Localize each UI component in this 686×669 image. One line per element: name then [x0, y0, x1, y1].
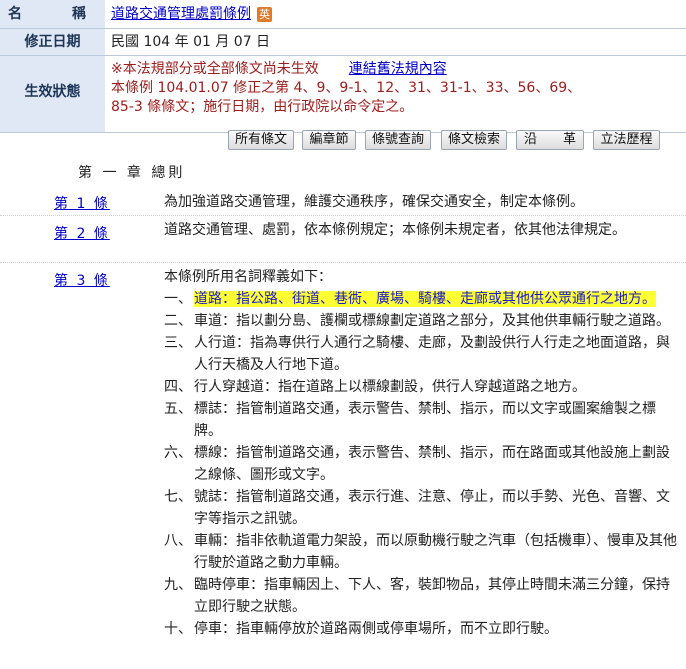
function-toolbar: 所有條文 編章節 條號查詢 條文檢索 沿 革 立法歷程	[0, 130, 686, 152]
all-articles-button[interactable]: 所有條文	[228, 130, 294, 150]
name-label: 名 稱	[0, 0, 105, 29]
definition-text: 人行道：指為專供行人通行之騎樓、走廊，及劃設供行人行走之地面道路，與人行天橋及人…	[194, 335, 670, 373]
effect-detail-line1: 本條例 104.01.07 修正之第 4、9、9-1、12、31、31-1、33…	[111, 80, 582, 96]
article-2-body: 道路交通管理、處罰，依本條例規定；本條例未規定者，依其他法律規定。	[164, 222, 626, 238]
definition-text: 標誌：指管制道路交通，表示警告、禁制、指示，而以文字或圖案繪製之標牌。	[194, 401, 656, 439]
definition-number: 五、	[164, 401, 192, 417]
article-2-text: 道路交通管理、處罰，依本條例規定；本條例未規定者，依其他法律規定。	[164, 219, 678, 241]
definition-text: 號誌：指管制道路交通，表示行進、注意、停止，而以手勢、光色、音響、文字等指示之訊…	[194, 489, 670, 527]
definition-text: 車道：指以劃分島、護欄或標線劃定道路之部分，及其他供車輛行駛之道路。	[194, 313, 670, 329]
effect-detail-line2: 85-3 條條文；施行日期，由行政院以命令定之。	[111, 99, 414, 115]
definition-number: 七、	[164, 489, 192, 505]
amend-date-value: 民國 104 年 01 月 07 日	[105, 28, 686, 56]
law-title-link[interactable]: 道路交通管理處罰條例	[111, 6, 251, 22]
definition-number: 三、	[164, 335, 192, 351]
legislative-history-button[interactable]: 立法歷程	[593, 130, 660, 150]
definition-item: 八、 車輛：指非依軌道電力架設，而以原動機行駛之汽車（包括機車）、慢車及其他行駛於…	[164, 530, 678, 574]
effect-status-value: ※本法規部分或全部條文尚未生效 連結舊法規內容 本條例 104.01.07 修正之…	[105, 55, 686, 133]
chapter-button[interactable]: 編章節	[302, 130, 356, 150]
definition-item: 二、 車道：指以劃分島、護欄或標線劃定道路之部分，及其他供車輛行駛之道路。	[164, 310, 678, 332]
article-1-body: 為加強道路交通管理，維護交通秩序，確保交通安全，制定本條例。	[164, 194, 584, 210]
definition-item: 九、 臨時停車：指車輛因上、下人、客，裝卸物品，其停止時間未滿三分鐘，保持立即行駛…	[164, 574, 678, 618]
old-law-link[interactable]: 連結舊法規內容	[349, 61, 447, 77]
definition-text: 行人穿越道：指在道路上以標線劃設，供行人穿越道路之地方。	[194, 379, 586, 395]
definition-item: 五、 標誌：指管制道路交通，表示警告、禁制、指示，而以文字或圖案繪製之標牌。	[164, 398, 678, 442]
definition-item: 六、 標線：指管制道路交通，表示警告、禁制、指示，而在路面或其他設施上劃設之線條、…	[164, 442, 678, 486]
definition-text: 標線：指管制道路交通，表示警告、禁制、指示，而在路面或其他設施上劃設之線條、圖形…	[194, 445, 670, 483]
definition-text: 停車：指車輛停放於道路兩側或停車場所，而不立即行駛。	[194, 621, 558, 637]
article-divider	[0, 215, 686, 216]
definition-number: 九、	[164, 577, 192, 593]
definition-number: 八、	[164, 533, 192, 549]
definition-number: 一、	[164, 291, 192, 307]
amend-date-label: 修正日期	[0, 28, 105, 56]
article-1-link[interactable]: 第 1 條	[54, 193, 110, 213]
definition-item: 一、 道路：指公路、街道、巷衖、廣場、騎樓、走廊或其他供公眾通行之地方。	[164, 288, 678, 310]
article-2-link[interactable]: 第 2 條	[54, 223, 110, 243]
chapter-heading: 第 一 章 總則	[78, 165, 186, 181]
article-3-link[interactable]: 第 3 條	[54, 270, 110, 290]
article-divider	[0, 262, 686, 263]
definition-text: 車輛：指非依軌道電力架設，而以原動機行駛之汽車（包括機車）、慢車及其他行駛於道路…	[194, 533, 677, 571]
article-search-button[interactable]: 條文檢索	[441, 130, 507, 150]
law-info-table: 名 稱 道路交通管理處罰條例英 修正日期 民國 104 年 01 月 07 日 …	[0, 0, 686, 133]
history-button[interactable]: 沿 革	[516, 130, 584, 150]
definition-item: 十、 停車：指車輛停放於道路兩側或停車場所，而不立即行駛。	[164, 618, 678, 640]
article-3-intro: 本條例所用名詞釋義如下：	[164, 269, 332, 285]
definition-number: 四、	[164, 379, 192, 395]
highlighted-definition: 道路：指公路、街道、巷衖、廣場、騎樓、走廊或其他供公眾通行之地方。	[194, 291, 656, 307]
article-query-button[interactable]: 條號查詢	[365, 130, 431, 150]
definition-number: 十、	[164, 621, 192, 637]
effect-status-label: 生效狀態	[0, 55, 105, 133]
definition-item: 三、 人行道：指為專供行人通行之騎樓、走廊，及劃設供行人行走之地面道路，與人行天橋…	[164, 332, 678, 376]
definition-text: 臨時停車：指車輛因上、下人、客，裝卸物品，其停止時間未滿三分鐘，保持立即行駛之狀…	[194, 577, 670, 615]
effect-notice: ※本法規部分或全部條文尚未生效	[111, 61, 319, 77]
english-version-icon[interactable]: 英	[257, 6, 272, 22]
article-3-text: 本條例所用名詞釋義如下： 一、 道路：指公路、街道、巷衖、廣場、騎樓、走廊或其他…	[164, 266, 678, 640]
definition-number: 二、	[164, 313, 192, 329]
definition-item: 四、 行人穿越道：指在道路上以標線劃設，供行人穿越道路之地方。	[164, 376, 678, 398]
definition-number: 六、	[164, 445, 192, 461]
article-1-text: 為加強道路交通管理，維護交通秩序，確保交通安全，制定本條例。	[164, 191, 678, 213]
definition-item: 七、 號誌：指管制道路交通，表示行進、注意、停止，而以手勢、光色、音響、文字等指示…	[164, 486, 678, 530]
